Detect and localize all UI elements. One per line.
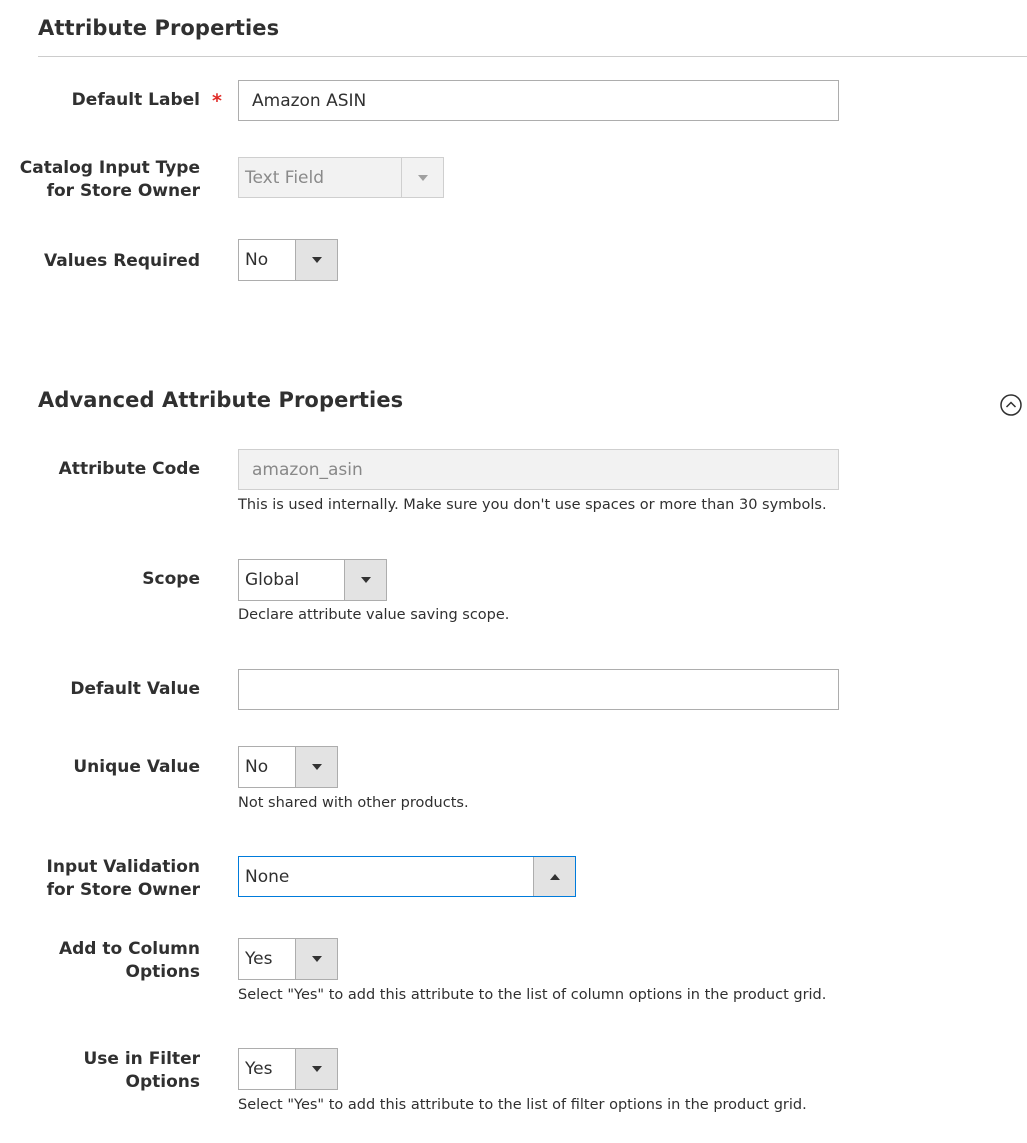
- values-required-select[interactable]: No: [238, 239, 338, 281]
- input-validation-label: Input Validation for Store Owner: [47, 856, 200, 902]
- chevron-down-icon: [417, 174, 428, 181]
- use-in-filter-label: Use in Filter Options: [83, 1048, 200, 1094]
- input-validation-value: None: [245, 866, 290, 887]
- values-required-value: No: [245, 250, 269, 270]
- catalog-input-type-label: Catalog Input Type for Store Owner: [20, 157, 200, 203]
- chevron-down-icon: [311, 764, 322, 770]
- default-label-label: Default Label: [71, 90, 200, 110]
- catalog-input-type-label-line1: Catalog Input Type: [19, 158, 200, 178]
- dropdown-button[interactable]: [295, 747, 337, 787]
- values-required-label: Values Required: [44, 251, 200, 271]
- dropdown-button[interactable]: [344, 560, 386, 600]
- dropdown-button[interactable]: [295, 240, 337, 280]
- add-to-column-label: Add to Column Options: [59, 938, 200, 984]
- chevron-up-circle-icon[interactable]: [1000, 394, 1022, 416]
- use-in-filter-label-line1: Use in Filter: [83, 1049, 200, 1069]
- catalog-input-type-value: Text Field: [245, 167, 325, 188]
- add-to-column-note: Select "Yes" to add this attribute to th…: [238, 987, 827, 1003]
- section-divider: [38, 56, 1027, 57]
- section-title-advanced-attribute-properties: Advanced Attribute Properties: [38, 388, 404, 412]
- add-to-column-select[interactable]: Yes: [238, 938, 338, 980]
- attribute-code-note: This is used internally. Make sure you d…: [238, 497, 827, 513]
- chevron-up-icon: [549, 873, 560, 880]
- scope-label: Scope: [142, 569, 200, 589]
- use-in-filter-value: Yes: [245, 1059, 273, 1079]
- scope-note: Declare attribute value saving scope.: [238, 607, 510, 623]
- section-title-attribute-properties: Attribute Properties: [38, 16, 280, 40]
- use-in-filter-label-line2: Options: [125, 1072, 200, 1092]
- dropdown-button[interactable]: [533, 857, 575, 896]
- chevron-down-icon: [311, 956, 322, 962]
- chevron-down-icon: [311, 1066, 322, 1072]
- unique-value-value: No: [245, 757, 269, 777]
- add-to-column-label-line2: Options: [125, 962, 200, 982]
- dropdown-button[interactable]: [295, 939, 337, 979]
- unique-value-note: Not shared with other products.: [238, 795, 469, 811]
- unique-value-select[interactable]: No: [238, 746, 338, 788]
- add-to-column-value: Yes: [245, 949, 273, 969]
- scope-select[interactable]: Global: [238, 559, 387, 601]
- unique-value-label: Unique Value: [73, 757, 200, 777]
- default-value-input[interactable]: [238, 669, 839, 710]
- chevron-down-icon: [360, 577, 371, 583]
- chevron-down-icon: [311, 257, 322, 263]
- dropdown-button: [401, 158, 443, 197]
- input-validation-label-line1: Input Validation: [46, 857, 200, 877]
- scope-value: Global: [245, 570, 300, 590]
- attribute-code-label: Attribute Code: [58, 459, 200, 479]
- required-star: *: [212, 90, 222, 112]
- input-validation-select[interactable]: None: [238, 856, 576, 897]
- catalog-input-type-select: Text Field: [238, 157, 444, 198]
- catalog-input-type-label-line2: for Store Owner: [46, 181, 200, 201]
- dropdown-button[interactable]: [295, 1049, 337, 1089]
- add-to-column-label-line1: Add to Column: [58, 939, 200, 959]
- default-label-input[interactable]: Amazon ASIN: [238, 80, 839, 121]
- use-in-filter-select[interactable]: Yes: [238, 1048, 338, 1090]
- attribute-code-input: amazon_asin: [238, 449, 839, 490]
- use-in-filter-note: Select "Yes" to add this attribute to th…: [238, 1097, 807, 1113]
- default-value-label: Default Value: [70, 679, 200, 699]
- input-validation-label-line2: for Store Owner: [46, 880, 200, 900]
